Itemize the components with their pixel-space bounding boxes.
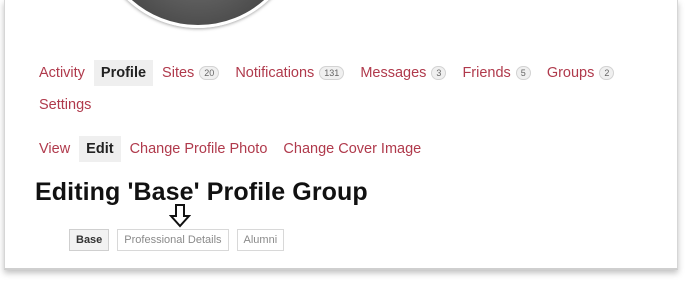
count-badge: 20: [199, 66, 220, 80]
nav-item-activity[interactable]: Activity: [32, 60, 92, 86]
sub-nav: View Edit Change Profile Photo Change Co…: [32, 136, 430, 162]
profile-group-tabs: Base Professional Details Alumni: [69, 229, 292, 251]
count-badge: 5: [515, 66, 531, 80]
subnav-item-label: Change Cover Image: [283, 141, 422, 157]
nav-item-label: Settings: [39, 97, 92, 113]
nav-item-label: Notifications: [235, 65, 315, 81]
nav-item-label: Sites: [162, 65, 195, 81]
profile-panel: Activity Profile Sites 20 Notifications …: [4, 0, 678, 270]
nav-item-label: Messages: [360, 65, 427, 81]
subnav-item-label: View: [39, 141, 71, 157]
subnav-item-change-profile-photo[interactable]: Change Profile Photo: [123, 136, 275, 162]
down-arrow-icon: [169, 204, 191, 228]
count-badge: 2: [599, 66, 615, 80]
tab-professional-details[interactable]: Professional Details: [117, 229, 229, 251]
page-title: Editing 'Base' Profile Group: [35, 178, 368, 206]
nav-item-label: Profile: [100, 65, 147, 81]
subnav-item-view[interactable]: View: [32, 136, 77, 162]
nav-item-notifications[interactable]: Notifications 131: [228, 60, 351, 86]
subnav-item-change-cover-image[interactable]: Change Cover Image: [276, 136, 428, 162]
tab-base[interactable]: Base: [69, 229, 110, 251]
tab-alumni[interactable]: Alumni: [236, 229, 285, 251]
nav-item-settings[interactable]: Settings: [32, 92, 98, 118]
nav-item-label: Activity: [39, 65, 85, 81]
subnav-item-label: Change Profile Photo: [129, 141, 268, 157]
nav-item-sites[interactable]: Sites 20: [155, 60, 226, 86]
nav-item-friends[interactable]: Friends 5: [455, 60, 537, 86]
nav-item-profile[interactable]: Profile: [93, 60, 154, 86]
nav-item-groups[interactable]: Groups 2: [540, 60, 622, 86]
nav-item-label: Friends: [462, 65, 511, 81]
nav-item-messages[interactable]: Messages 3: [353, 60, 453, 86]
subnav-item-label: Edit: [86, 141, 114, 157]
subnav-item-edit[interactable]: Edit: [79, 136, 121, 162]
nav-item-label: Groups: [546, 65, 595, 81]
count-badge: 3: [431, 66, 447, 80]
avatar[interactable]: [95, 0, 301, 28]
count-badge: 131: [319, 66, 345, 80]
main-nav: Activity Profile Sites 20 Notifications …: [32, 60, 672, 118]
